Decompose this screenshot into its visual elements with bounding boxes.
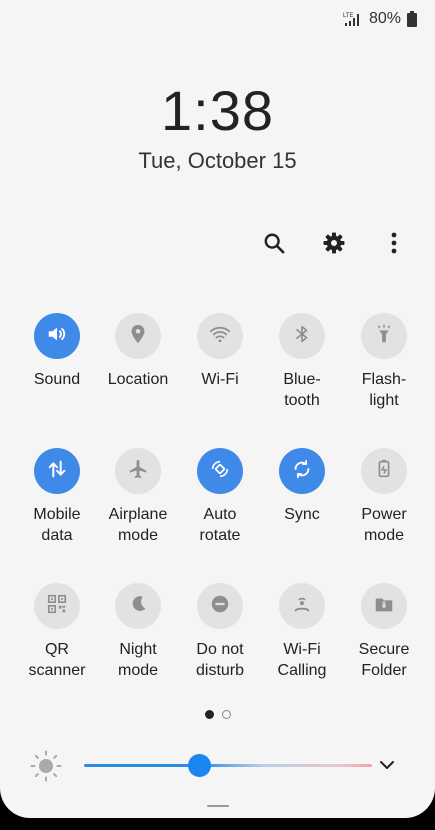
tile-sound-toggle[interactable] <box>34 313 80 359</box>
tile-secure-folder-toggle[interactable] <box>361 583 407 629</box>
flashlight-icon <box>373 323 395 350</box>
tile-bluetooth-label: Blue- tooth <box>283 371 321 409</box>
location-pin-icon <box>127 323 149 350</box>
tile-mobile-data-label: Mobile data <box>33 506 81 544</box>
notification-panel: LTE 80% 1:38 Tue, October 15 Sound Locat… <box>0 0 435 818</box>
auto-rotate-icon <box>209 458 231 485</box>
tile-wifi-label: Wi-Fi <box>201 371 239 388</box>
tile-auto-rotate-label: Auto rotate <box>199 506 241 544</box>
chevron-down-icon[interactable] <box>378 756 396 774</box>
tile-airplane[interactable]: Airplane mode <box>96 448 180 546</box>
tile-night-mode-label: Night mode <box>117 641 159 679</box>
airplane-icon <box>127 458 149 485</box>
tile-sync[interactable]: Sync <box>260 448 344 525</box>
tile-night-mode-toggle[interactable] <box>115 583 161 629</box>
tile-airplane-toggle[interactable] <box>115 448 161 494</box>
brightness-slider-thumb[interactable] <box>188 754 212 777</box>
battery-icon <box>407 11 417 27</box>
sound-icon <box>46 323 68 350</box>
bluetooth-icon <box>291 323 313 350</box>
do-not-disturb-icon <box>209 593 231 620</box>
tile-power-mode-label: Power mode <box>361 506 407 544</box>
clock-date: Tue, October 15 <box>138 148 297 173</box>
tile-do-not-disturb-toggle[interactable] <box>197 583 243 629</box>
tile-qr-scanner[interactable]: QR scanner <box>15 583 99 681</box>
page-dot[interactable] <box>221 710 231 719</box>
wifi-icon <box>208 323 232 350</box>
panel-actions <box>261 230 407 256</box>
tile-auto-rotate-toggle[interactable] <box>197 448 243 494</box>
brightness-sun-icon <box>30 750 62 782</box>
page-indicator <box>0 710 435 719</box>
tile-sync-label: Sync <box>284 506 320 523</box>
tile-flashlight[interactable]: Flash- light <box>342 313 426 411</box>
status-bar: LTE 80% <box>343 10 417 28</box>
tile-mobile-data[interactable]: Mobile data <box>15 448 99 546</box>
tile-location[interactable]: Location <box>96 313 180 390</box>
tile-qr-scanner-toggle[interactable] <box>34 583 80 629</box>
brightness-slider-track[interactable] <box>84 754 372 777</box>
tile-sound[interactable]: Sound <box>15 313 99 390</box>
tile-wifi-calling-label: Wi-Fi Calling <box>277 641 327 679</box>
quick-settings-row: QR scanner Night mode Do not disturb Wi-Fi … <box>0 583 435 718</box>
moon-icon <box>127 593 149 620</box>
tile-auto-rotate[interactable]: Auto rotate <box>178 448 262 546</box>
tile-secure-folder-label: Secure Folder <box>358 641 410 679</box>
tile-airplane-label: Airplane mode <box>108 506 168 544</box>
tile-sound-label: Sound <box>33 371 81 388</box>
tile-secure-folder[interactable]: Secure Folder <box>342 583 426 681</box>
tile-wifi-toggle[interactable] <box>197 313 243 359</box>
mobile-data-icon <box>46 458 68 485</box>
more-vertical-icon <box>391 232 397 254</box>
tile-flashlight-toggle[interactable] <box>361 313 407 359</box>
search-button[interactable] <box>261 230 287 256</box>
clock-time: 1:38 <box>161 79 274 142</box>
tile-wifi-calling[interactable]: Wi-Fi Calling <box>260 583 344 681</box>
page-dot[interactable] <box>204 710 214 719</box>
tile-location-label: Location <box>107 371 169 388</box>
power-mode-icon <box>373 458 395 485</box>
settings-button[interactable] <box>321 230 347 256</box>
more-options-button[interactable] <box>381 230 407 256</box>
quick-settings-row: Mobile data Airplane mode Auto rotate Sync P… <box>0 448 435 583</box>
tile-location-toggle[interactable] <box>115 313 161 359</box>
tile-power-mode-toggle[interactable] <box>361 448 407 494</box>
quick-settings-row: Sound Location Wi-Fi Blue- tooth Flash- ligh… <box>0 313 435 448</box>
tile-wifi[interactable]: Wi-Fi <box>178 313 262 390</box>
drag-handle[interactable] <box>207 805 229 807</box>
tile-flashlight-label: Flash- light <box>361 371 407 409</box>
tile-bluetooth[interactable]: Blue- tooth <box>260 313 344 411</box>
wifi-calling-icon <box>291 593 313 620</box>
tile-bluetooth-toggle[interactable] <box>279 313 325 359</box>
tile-night-mode[interactable]: Night mode <box>96 583 180 681</box>
tile-mobile-data-toggle[interactable] <box>34 448 80 494</box>
tile-power-mode[interactable]: Power mode <box>342 448 426 546</box>
tile-do-not-disturb[interactable]: Do not disturb <box>178 583 262 681</box>
tile-wifi-calling-toggle[interactable] <box>279 583 325 629</box>
search-icon <box>264 233 285 254</box>
secure-folder-icon <box>373 593 395 620</box>
tile-qr-scanner-label: QR scanner <box>28 641 86 679</box>
sync-icon <box>291 458 313 485</box>
qr-code-icon <box>46 593 68 620</box>
tile-sync-toggle[interactable] <box>279 448 325 494</box>
gear-icon <box>323 232 345 254</box>
battery-percent: 80% <box>368 10 401 27</box>
brightness-control <box>30 748 410 782</box>
lte-signal-icon: LTE <box>343 11 363 27</box>
tile-do-not-disturb-label: Do not disturb <box>195 641 245 679</box>
quick-settings-grid: Sound Location Wi-Fi Blue- tooth Flash- ligh… <box>0 313 435 718</box>
svg-text:LTE: LTE <box>343 13 354 19</box>
